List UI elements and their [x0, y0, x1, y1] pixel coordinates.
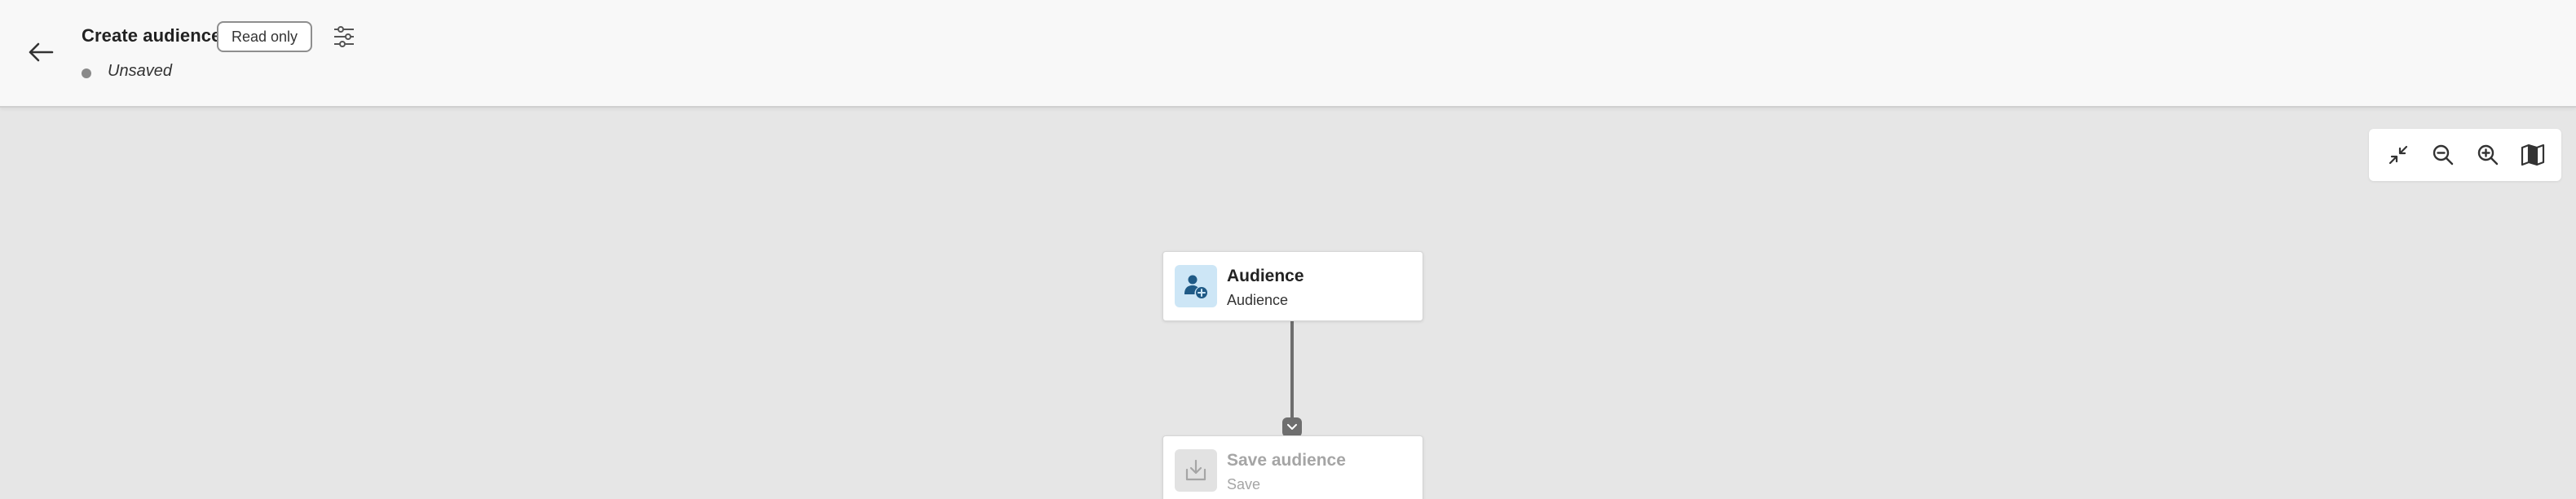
node-connector: [1290, 321, 1294, 422]
zoom-in-button[interactable]: [2470, 137, 2506, 173]
page-title: Create audience: [82, 25, 222, 46]
sliders-icon: [334, 26, 354, 47]
arrow-left-icon: [29, 42, 54, 62]
settings-button[interactable]: [329, 23, 359, 51]
node-subtitle: Save: [1227, 476, 1261, 492]
audience-add-icon: [1184, 275, 1207, 298]
fit-to-screen-button[interactable]: [2380, 137, 2416, 173]
zoom-out-button[interactable]: [2425, 137, 2461, 173]
read-only-badge: Read only: [217, 21, 313, 52]
add-activity-button[interactable]: [1282, 417, 1302, 437]
save-status: Unsaved: [108, 62, 172, 80]
zoom-in-icon: [2477, 144, 2498, 166]
zoom-out-icon: [2433, 144, 2453, 166]
node-title: Audience: [1227, 267, 1304, 285]
audience-node[interactable]: Audience Audience: [1162, 251, 1423, 321]
audience-node-icon: [1175, 265, 1217, 307]
collapse-icon: [2389, 145, 2407, 165]
node-title: Save audience: [1227, 451, 1346, 470]
status-dot: [82, 68, 91, 78]
minimap-button[interactable]: [2515, 137, 2551, 173]
top-header: Create audience Read only Unsaved: [0, 0, 2576, 108]
save-download-icon: [1185, 459, 1206, 481]
map-icon: [2521, 144, 2544, 166]
node-subtitle: Audience: [1227, 292, 1289, 308]
back-button[interactable]: [24, 36, 57, 68]
save-audience-node[interactable]: Save audience Save: [1162, 435, 1423, 499]
chevron-down-icon: [1287, 424, 1297, 430]
save-node-icon: [1175, 449, 1217, 492]
canvas-toolbar: [2369, 129, 2561, 181]
